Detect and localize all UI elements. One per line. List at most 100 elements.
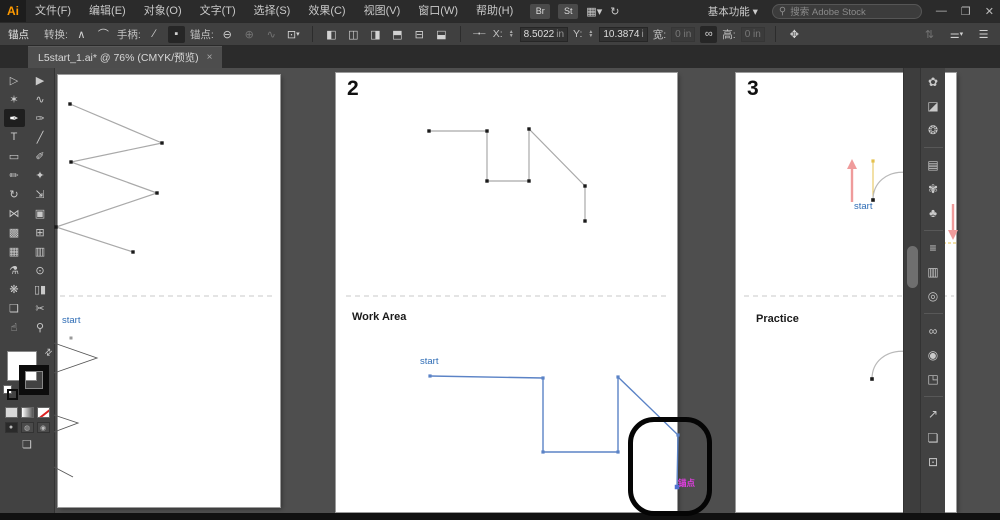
rectangle-tool[interactable]: ▭ xyxy=(4,147,25,165)
pen-tool[interactable]: ✒ xyxy=(4,109,25,127)
workspace-switcher[interactable]: 基本功能 ▾ xyxy=(708,4,758,19)
align-h-right-icon[interactable]: ◨ xyxy=(367,26,384,43)
graphic-styles-icon[interactable]: ◳ xyxy=(923,369,944,389)
convert-smooth-icon[interactable]: ⌒ xyxy=(95,26,112,43)
magic-wand-tool[interactable]: ✶ xyxy=(4,90,25,108)
x-stepper[interactable]: ▲▼ xyxy=(509,30,514,38)
scale-tool[interactable]: ⇲ xyxy=(30,185,51,203)
none-button[interactable] xyxy=(37,407,50,418)
type-tool[interactable]: T xyxy=(4,128,25,146)
symbols-icon[interactable]: ♣ xyxy=(923,203,944,223)
blend-tool[interactable]: ⊙ xyxy=(30,261,51,279)
align-v-middle-icon[interactable]: ⊟ xyxy=(411,26,428,43)
draw-inside-mode[interactable]: ◉ xyxy=(37,422,50,433)
selection-tool[interactable]: ▶ xyxy=(30,71,51,89)
minimize-button[interactable]: — xyxy=(936,5,947,18)
align-v-bottom-icon[interactable]: ⬓ xyxy=(433,26,450,43)
paintbrush-tool[interactable]: ✐ xyxy=(30,147,51,165)
symbol-sprayer-tool[interactable]: ❋ xyxy=(4,280,25,298)
slice-tool[interactable]: ✂ xyxy=(30,299,51,317)
align-h-center-icon[interactable]: ◫ xyxy=(345,26,362,43)
artboards-icon[interactable]: ⊡ xyxy=(923,452,944,472)
vertical-scrollbar[interactable] xyxy=(903,68,920,513)
transparency-icon[interactable]: ◎ xyxy=(923,286,944,306)
column-graph-tool[interactable]: ▯▮ xyxy=(30,280,51,298)
brushes-icon[interactable]: ✾ xyxy=(923,179,944,199)
perspective-grid-tool[interactable]: ⊞ xyxy=(30,223,51,241)
links-icon[interactable]: ∞ xyxy=(923,321,944,341)
x-field[interactable]: 8.5022in xyxy=(520,27,568,42)
isolate-icon[interactable]: ⊡▾ xyxy=(285,26,302,43)
canvas[interactable]: start 2 Work Area start xyxy=(55,68,958,513)
document-tab[interactable]: L5start_1.ai* @ 76% (CMYK/预览) × xyxy=(28,46,222,68)
transform-icon[interactable]: ✥ xyxy=(786,26,803,43)
artboard-tool[interactable]: ❑ xyxy=(4,299,25,317)
align-h-left-icon[interactable]: ◧ xyxy=(323,26,340,43)
hand-tool[interactable]: ☝ xyxy=(4,318,25,336)
lasso-tool[interactable]: ∿ xyxy=(30,90,51,108)
menu-select[interactable]: 选择(S) xyxy=(245,0,300,22)
gradient-button[interactable] xyxy=(21,407,34,418)
close-button[interactable]: ✕ xyxy=(985,5,994,18)
menu-type[interactable]: 文字(T) xyxy=(191,0,245,22)
artboard-2[interactable]: 2 Work Area start xyxy=(336,73,677,512)
apps-icon[interactable]: ▦▾ xyxy=(586,5,602,18)
search-input[interactable]: ⚲ 搜索 Adobe Stock xyxy=(772,4,922,19)
eyedropper-tool[interactable]: ⚗ xyxy=(4,261,25,279)
convert-corner-icon[interactable]: ∧ xyxy=(73,26,90,43)
bridge-button[interactable]: Br xyxy=(530,4,550,19)
y-stepper[interactable]: ▲▼ xyxy=(588,30,593,38)
menu-help[interactable]: 帮助(H) xyxy=(467,0,522,22)
show-handles-icon[interactable]: ∕ xyxy=(146,26,163,43)
shaper-tool[interactable]: ✦ xyxy=(30,166,51,184)
anchor-position-icon: ─•─ xyxy=(471,26,488,43)
menu-edit[interactable]: 编辑(E) xyxy=(80,0,135,22)
sync-icon[interactable]: ↻ xyxy=(610,5,619,18)
remove-anchor-icon[interactable]: ⊖ xyxy=(219,26,236,43)
appearance-icon[interactable]: ◉ xyxy=(923,345,944,365)
asset-export-icon[interactable]: ↗ xyxy=(923,404,944,424)
width-tool[interactable]: ⋈ xyxy=(4,204,25,222)
zoom-tool[interactable]: ⚲ xyxy=(30,318,51,336)
panel-menu-icon[interactable]: ☰ xyxy=(975,26,992,43)
curvature-tool[interactable]: ✑ xyxy=(30,109,51,127)
layers-icon[interactable]: ❏ xyxy=(923,428,944,448)
pencil-tool[interactable]: ✏ xyxy=(4,166,25,184)
swap-fill-stroke-icon[interactable]: ⇄ xyxy=(43,346,56,359)
stroke-panel-icon[interactable]: ≡ xyxy=(923,238,944,258)
draw-normal-mode[interactable]: ● xyxy=(5,422,18,433)
draw-behind-mode[interactable]: ◍ xyxy=(21,422,34,433)
color-button[interactable] xyxy=(5,407,18,418)
y-field[interactable]: 10.3874i xyxy=(599,27,647,42)
free-transform-tool[interactable]: ▣ xyxy=(30,204,51,222)
menu-effect[interactable]: 效果(C) xyxy=(299,0,354,22)
direct-selection-tool[interactable]: ▷ xyxy=(4,71,25,89)
color-panel-icon[interactable]: ✿ xyxy=(923,72,944,92)
line-segment-tool[interactable]: ╱ xyxy=(30,128,51,146)
menu-window[interactable]: 窗口(W) xyxy=(409,0,467,22)
horizontal-scrollbar[interactable] xyxy=(0,513,1000,520)
color-guide-icon[interactable]: ◪ xyxy=(923,96,944,116)
mesh-tool[interactable]: ▦ xyxy=(4,242,25,260)
gradient-tool[interactable]: ▥ xyxy=(30,242,51,260)
artboard-1[interactable]: start xyxy=(58,75,280,507)
menu-file[interactable]: 文件(F) xyxy=(26,0,80,22)
hide-handles-icon[interactable]: ▪ xyxy=(168,26,185,43)
color-themes-icon[interactable]: ❂ xyxy=(923,120,944,140)
align-v-top-icon[interactable]: ⬒ xyxy=(389,26,406,43)
rotate-tool[interactable]: ↻ xyxy=(4,185,25,203)
default-fill-stroke-icon[interactable] xyxy=(3,385,12,394)
restore-button[interactable]: ❐ xyxy=(961,5,971,18)
menu-object[interactable]: 对象(O) xyxy=(135,0,191,22)
shape-builder-tool[interactable]: ▩ xyxy=(4,223,25,241)
vertical-scrollbar-thumb[interactable] xyxy=(907,246,918,288)
screen-mode-button[interactable]: ❏ xyxy=(18,438,36,451)
gradient-panel-icon[interactable]: ▥ xyxy=(923,262,944,282)
menu-view[interactable]: 视图(V) xyxy=(355,0,410,22)
stock-button[interactable]: St xyxy=(558,4,578,19)
link-dimensions-icon[interactable]: ∞ xyxy=(700,26,717,43)
tab-close-icon[interactable]: × xyxy=(207,52,213,63)
document-setup-icon[interactable]: ⚌▾ xyxy=(948,26,965,43)
css-properties-icon[interactable]: ▤ xyxy=(923,155,944,175)
stroke-swatch[interactable] xyxy=(19,365,49,395)
